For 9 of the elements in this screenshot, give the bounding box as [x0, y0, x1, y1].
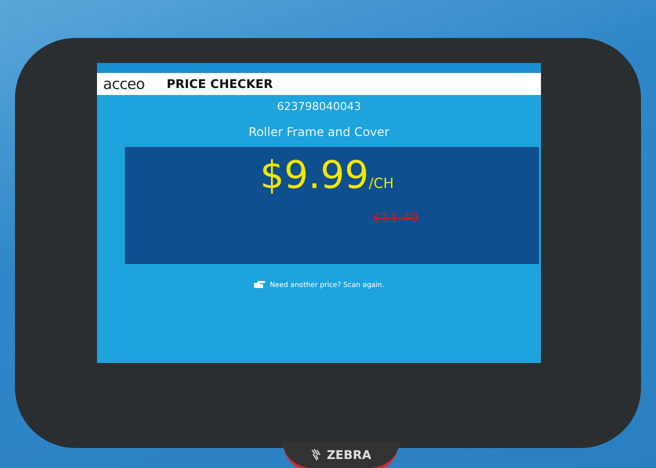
logo: acceo: [103, 76, 145, 92]
current-price: $9.99: [260, 154, 369, 196]
price-unit: /CH: [368, 174, 394, 194]
barcode-number: 623798040043: [276, 99, 362, 115]
brand-name: ZEBRA: [326, 447, 372, 464]
pointing-hand-icon: [254, 280, 266, 289]
previous-price: $11.40: [373, 210, 418, 228]
app-title: PRICE CHECKER: [166, 76, 273, 93]
product-name: Roller Frame and Cover: [248, 124, 390, 140]
